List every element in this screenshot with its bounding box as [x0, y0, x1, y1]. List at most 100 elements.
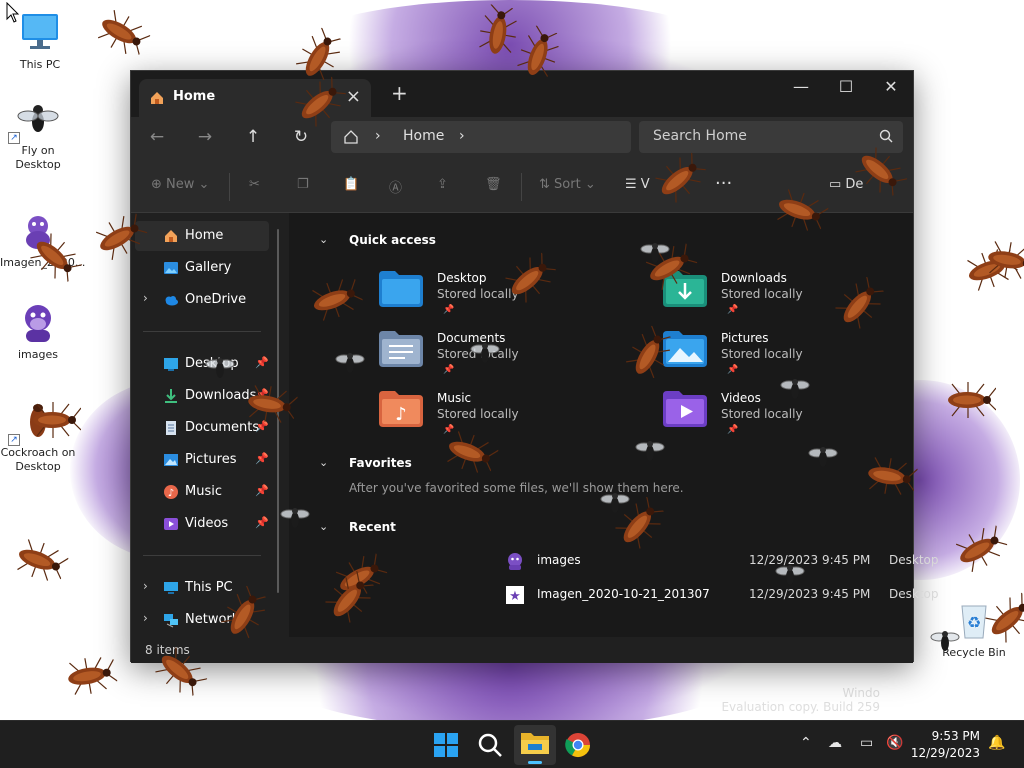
rename-icon[interactable]: Ⓐ	[389, 177, 402, 196]
cut-icon[interactable]: ✂	[249, 177, 260, 192]
sidebar-item-videos[interactable]: Videos 📌	[135, 509, 269, 539]
fly-sprite	[205, 358, 235, 378]
chevron-down-icon[interactable]: ⌄	[319, 233, 328, 246]
chevron-down-icon[interactable]: ⌄	[319, 456, 328, 469]
minimize-icon[interactable]: —	[786, 77, 816, 96]
delete-icon[interactable]: 🗑	[485, 177, 502, 192]
sidebar-item-pictures[interactable]: Pictures 📌	[135, 445, 269, 475]
desktop-icon-label: Cockroach on Desktop	[0, 446, 76, 473]
copy-icon[interactable]: ❐	[297, 177, 309, 192]
pin-icon: 📌	[443, 365, 455, 375]
section-recent[interactable]: Recent	[349, 520, 396, 534]
sidebar-item-home[interactable]: Home	[135, 221, 269, 251]
evaluation-watermark: Windo Evaluation copy. Build 259	[700, 686, 880, 714]
navigation-bar: ← → ↑ ↻ › Home › Search Home	[131, 117, 913, 161]
cloud-icon	[165, 296, 178, 306]
notification-bell-icon[interactable]: 🔔	[988, 735, 1005, 751]
sort-label: Sort	[554, 177, 581, 192]
fly-sprite	[280, 508, 310, 528]
breadcrumb-chevron-icon: ›	[375, 128, 381, 144]
close-window-icon[interactable]: ✕	[876, 77, 906, 96]
chevron-right-icon[interactable]: ›	[143, 611, 148, 625]
network-icon	[164, 614, 178, 628]
pin-icon[interactable]: 📌	[255, 452, 269, 465]
pin-icon[interactable]: 📌	[255, 516, 269, 529]
recent-row[interactable]: ★ Imagen_2020-10-21_201307 12/29/2023 9:…	[505, 581, 1024, 609]
pin-icon[interactable]: 📌	[255, 484, 269, 497]
navigation-pane: Home Gallery › OneDrive Desktop 📌 Downlo…	[131, 213, 289, 637]
new-tab-icon[interactable]: +	[391, 81, 408, 105]
view-icon: ☰	[625, 177, 641, 192]
clock[interactable]: 9:53 PM 12/29/2023	[900, 728, 980, 762]
up-arrow-icon[interactable]: ↑	[241, 127, 265, 147]
videos-folder-icon	[663, 391, 707, 427]
fly-sprite	[780, 379, 810, 399]
start-icon[interactable]	[430, 729, 462, 761]
quick-access-documents[interactable]: Documents Stored locally 📌	[379, 331, 639, 387]
documents-icon	[166, 421, 176, 435]
favorites-empty-message: After you've favorited some files, we'll…	[349, 481, 684, 495]
desktop-icon-fly-on-desktop[interactable]: ↗ Fly on Desktop	[0, 96, 76, 172]
pictures-icon	[164, 454, 178, 466]
file-explorer-taskbar-button[interactable]	[514, 725, 556, 765]
breadcrumb-home[interactable]: Home	[403, 128, 444, 144]
monitor-icon	[18, 10, 62, 54]
pin-icon[interactable]: 📌	[255, 356, 269, 369]
sidebar-item-gallery[interactable]: Gallery	[135, 253, 269, 283]
desktop-icon-label: Fly on Desktop	[15, 144, 61, 171]
show-hidden-icons-chevron-icon[interactable]: ⌃	[800, 735, 812, 751]
desktop-icon-this-pc[interactable]: This PC	[2, 10, 78, 72]
fly-sprite	[808, 447, 838, 467]
section-quick-access[interactable]: Quick access	[349, 233, 436, 247]
address-bar[interactable]: › Home ›	[331, 121, 631, 153]
section-favorites[interactable]: Favorites	[349, 456, 412, 470]
music-folder-icon: ♪	[379, 391, 423, 427]
onedrive-status-icon[interactable]: ☁	[828, 735, 842, 751]
sort-button[interactable]: ⇅ Sort ⌄	[539, 177, 596, 192]
item-status: Stored locally	[721, 287, 803, 301]
search-icon[interactable]	[474, 729, 506, 761]
item-status: Stored locally	[437, 407, 519, 421]
clock-time: 9:53 PM	[931, 729, 980, 743]
item-name: Videos	[721, 391, 761, 405]
home-outline-icon	[344, 130, 358, 144]
sort-icon: ⇅	[539, 177, 555, 192]
chevron-down-icon[interactable]: ⌄	[319, 520, 328, 533]
toolbar-divider	[521, 173, 522, 201]
sidebar-item-label: Music	[185, 484, 222, 499]
sidebar-item-desktop[interactable]: Desktop 📌	[135, 349, 269, 379]
item-name: Music	[437, 391, 472, 405]
toolbar-divider	[229, 173, 230, 201]
chevron-right-icon[interactable]: ›	[143, 291, 148, 305]
sidebar-item-label: Videos	[185, 516, 229, 531]
clock-date: 12/29/2023	[910, 746, 980, 760]
forward-arrow-icon[interactable]: →	[193, 127, 217, 147]
chevron-right-icon[interactable]: ›	[143, 579, 148, 593]
paste-icon[interactable]: 📋	[343, 177, 359, 192]
cockroach-sprite	[33, 402, 81, 438]
maximize-icon[interactable]: ☐	[831, 77, 861, 96]
desktop-icon-images[interactable]: images	[0, 300, 76, 362]
sidebar-item-label: This PC	[185, 580, 233, 595]
sidebar-item-onedrive[interactable]: › OneDrive	[135, 285, 269, 315]
sidebar-item-label: Gallery	[185, 260, 232, 275]
quick-access-music[interactable]: ♪ Music Stored locally 📌	[379, 391, 639, 447]
watermark-line2: Evaluation copy. Build 259	[721, 700, 880, 714]
back-arrow-icon[interactable]: ←	[145, 127, 169, 147]
new-button[interactable]: ⊕ New ⌄	[151, 177, 209, 192]
share-icon[interactable]: ⇪	[437, 177, 448, 192]
search-icon	[879, 129, 893, 143]
pin-icon: 📌	[727, 425, 739, 435]
svg-text:♪: ♪	[168, 488, 174, 499]
network-status-icon[interactable]: ▭	[860, 735, 873, 751]
more-options-icon[interactable]: ···	[715, 173, 732, 194]
breadcrumb-chevron-icon[interactable]: ›	[459, 128, 465, 144]
desktop-folder-icon	[164, 358, 178, 371]
purple-gorilla-icon	[16, 300, 60, 344]
sidebar-item-music[interactable]: ♪ Music 📌	[135, 477, 269, 507]
fly-sprite	[635, 441, 665, 461]
purple-creature-icon: ★	[506, 586, 524, 604]
fly-sprite	[775, 565, 805, 585]
recent-file-name: Imagen_2020-10-21_201307	[537, 587, 710, 601]
chrome-icon[interactable]	[562, 729, 594, 761]
